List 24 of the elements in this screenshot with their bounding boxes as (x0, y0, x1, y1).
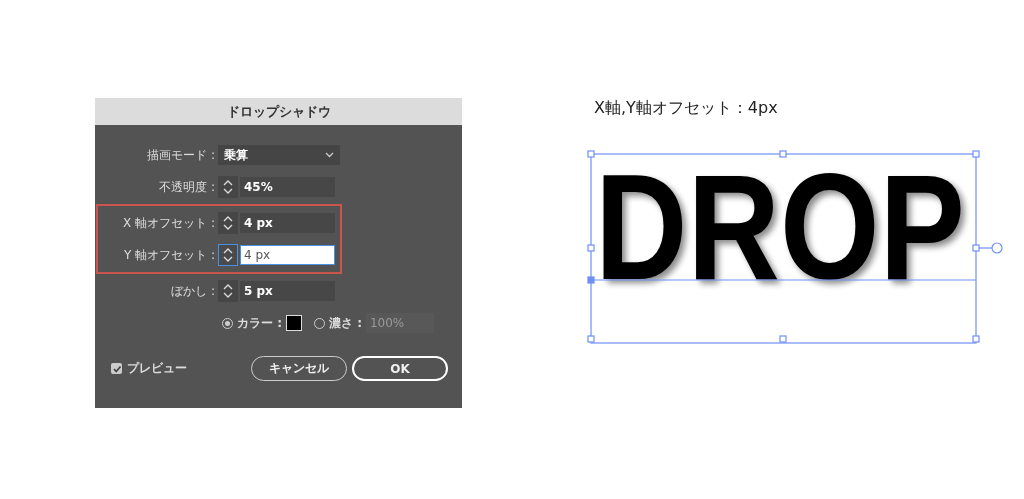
field-label: X 軸オフセット : (122, 214, 216, 232)
stepper-arrows-icon[interactable] (218, 244, 238, 266)
option-label: カラー : (237, 314, 282, 332)
value-field[interactable]: 45% (240, 177, 335, 197)
mode-dropdown[interactable]: 乗算 (218, 145, 340, 165)
chevron-icon (325, 152, 334, 158)
preview-label: プレビュー (127, 360, 187, 377)
caption-text: X軸,Y軸オフセット：4px (594, 98, 779, 119)
stepper-arrows-icon[interactable] (218, 176, 238, 198)
field-label: 描画モード : (146, 146, 216, 164)
preview-checkbox[interactable] (111, 363, 122, 374)
ok-button[interactable]: OK (352, 356, 448, 381)
stepper-arrows-icon[interactable] (218, 212, 238, 234)
field-label: Y 軸オフセット : (123, 246, 216, 264)
field-label: 不透明度 : (158, 178, 216, 196)
value-field[interactable]: 4 px (240, 245, 335, 265)
stepper-arrows-icon[interactable] (218, 280, 238, 302)
value-field[interactable]: 4 px (240, 213, 335, 233)
selection-bounding-box[interactable] (587, 150, 1003, 344)
option-label: 濃さ : (329, 314, 362, 332)
field-label: ぼかし : (170, 282, 216, 300)
value-field[interactable]: 5 px (240, 281, 335, 301)
dialog-title: ドロップシャドウ (95, 98, 462, 125)
color-swatch[interactable] (286, 315, 302, 331)
